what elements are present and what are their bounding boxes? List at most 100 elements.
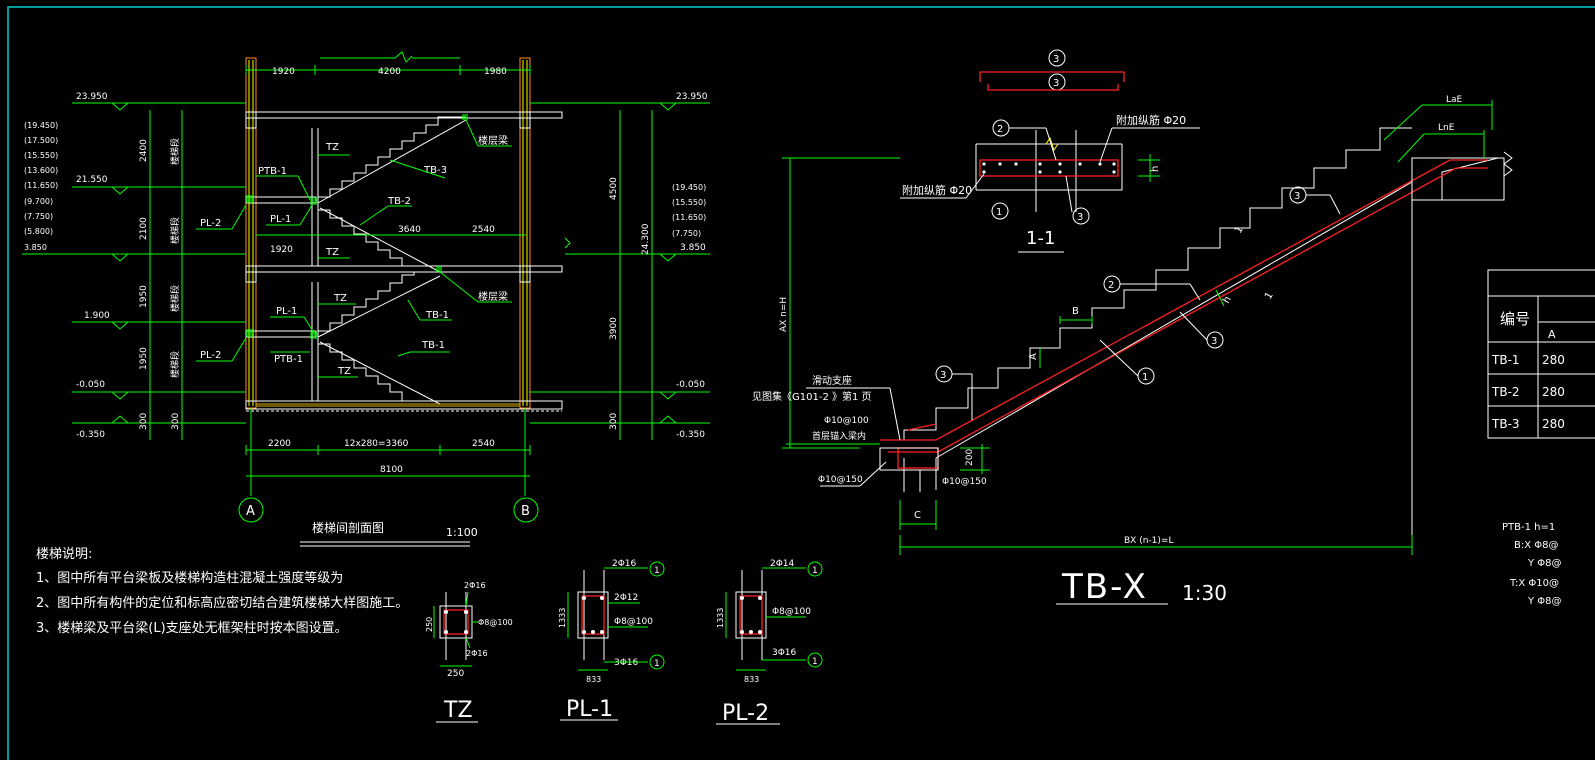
svg-text:(9.700): (9.700)	[24, 197, 53, 206]
tz-title: TZ	[443, 698, 473, 723]
axis-label-b: B	[521, 504, 530, 519]
svg-text:B: B	[1072, 306, 1079, 317]
right-level-4: -0.350	[676, 430, 705, 440]
total-dim: 8100	[380, 465, 403, 475]
top-dim-2: 4200	[378, 67, 401, 77]
svg-text:3: 3	[1053, 78, 1059, 89]
svg-text:2Φ16: 2Φ16	[612, 559, 637, 569]
svg-text:Φ10@150: Φ10@150	[818, 475, 863, 485]
right-level-3: -0.050	[676, 380, 705, 390]
svg-text:2Φ16: 2Φ16	[466, 649, 488, 658]
svg-text:833: 833	[744, 675, 759, 684]
svg-text:(7.750): (7.750)	[672, 229, 701, 238]
svg-text:1: 1	[996, 207, 1002, 218]
svg-text:T:X Φ10@: T:X Φ10@	[1509, 578, 1559, 589]
note-3: 3、楼梯梁及平台梁(L)支座处无框架柱时按本图设置。	[36, 621, 348, 636]
svg-text:楼梯段: 楼梯段	[169, 138, 181, 165]
bottom-dim-1: 2200	[268, 439, 291, 449]
svg-text:3: 3	[1294, 191, 1300, 202]
table-header: 编号	[1500, 310, 1530, 328]
svg-text:TB-2: TB-2	[387, 196, 411, 207]
svg-text:(7.750): (7.750)	[24, 212, 53, 221]
svg-text:1: 1	[812, 657, 818, 667]
left-level-2: 21.550	[76, 175, 108, 185]
svg-text:(11.650): (11.650)	[24, 181, 58, 190]
svg-text:Φ8@100: Φ8@100	[478, 618, 513, 627]
inner-dim-1: 1920	[270, 245, 293, 255]
svg-text:3: 3	[1211, 336, 1217, 347]
svg-text:(19.450): (19.450)	[672, 183, 706, 192]
svg-text:B:X Φ8@: B:X Φ8@	[1514, 540, 1559, 551]
svg-text:Φ10@100: Φ10@100	[824, 416, 869, 426]
svg-text:PL-2: PL-2	[200, 218, 221, 229]
svg-text:3Φ16: 3Φ16	[772, 648, 797, 658]
svg-text:附加纵筋 Φ20: 附加纵筋 Φ20	[1116, 113, 1186, 127]
bottom-dim-3: 2540	[472, 439, 495, 449]
pl2-title: PL-2	[722, 701, 769, 726]
table-row-id: TB-1	[1491, 353, 1520, 367]
svg-text:见图集《G101-2 》第1 页: 见图集《G101-2 》第1 页	[752, 390, 872, 403]
svg-text:PTB-1 h=1: PTB-1 h=1	[1502, 522, 1555, 533]
svg-text:3: 3	[940, 370, 946, 381]
note-1: 1、图中所有平台梁板及楼梯构造柱混凝土强度等级为	[36, 570, 343, 586]
svg-text:1333: 1333	[558, 608, 567, 628]
left-level-1: 23.950	[76, 92, 108, 102]
tbx-ax-dim: AX n=H	[779, 297, 789, 332]
top-dim-3: 1980	[484, 67, 507, 77]
svg-text:LnE: LnE	[1438, 123, 1455, 133]
svg-text:Φ10@150: Φ10@150	[942, 477, 987, 487]
section-title: 楼梯间剖面图	[312, 520, 384, 535]
svg-text:1: 1	[654, 659, 660, 669]
pl1-title: PL-1	[566, 697, 613, 722]
svg-text:2Φ12: 2Φ12	[614, 593, 638, 603]
svg-text:PTB-1: PTB-1	[258, 166, 287, 177]
svg-text:3.850: 3.850	[24, 243, 47, 252]
svg-text:首层锚入梁内: 首层锚入梁内	[812, 430, 866, 442]
svg-text:2Φ14: 2Φ14	[770, 559, 795, 569]
svg-text:1950: 1950	[139, 347, 149, 370]
svg-text:3Φ16: 3Φ16	[614, 658, 639, 668]
table-row-val: 280	[1542, 385, 1565, 399]
right-level-1: 23.950	[676, 92, 708, 102]
svg-text:1: 1	[812, 566, 818, 576]
note-2: 2、图中所有构件的定位和标高应密切结合建筑楼梯大样图施工。	[36, 595, 408, 611]
svg-text:833: 833	[586, 675, 601, 684]
svg-text:(11.650): (11.650)	[672, 213, 706, 222]
left-level-3: 1.900	[84, 311, 110, 321]
svg-text:1: 1	[654, 566, 660, 576]
inner-dim-3: 2540	[472, 225, 495, 235]
bottom-dim-2: 12x280=3360	[344, 439, 409, 449]
svg-text:Y Φ8@: Y Φ8@	[1527, 596, 1562, 607]
svg-text:1: 1	[1142, 372, 1148, 383]
inner-dim-2: 3640	[398, 225, 421, 235]
table-col: A	[1548, 328, 1556, 341]
svg-text:PL-1: PL-1	[270, 214, 291, 225]
svg-text:TB-1: TB-1	[421, 340, 445, 351]
svg-text:楼层梁: 楼层梁	[478, 290, 508, 303]
section-1-1-title: 1-1	[1026, 228, 1055, 249]
svg-text:楼层梁: 楼层梁	[478, 134, 508, 147]
top-dim-1: 1920	[272, 67, 295, 77]
tbx-title: TB-X	[1061, 567, 1148, 607]
notes-heading: 楼梯说明:	[36, 547, 92, 562]
svg-text:1333: 1333	[716, 608, 725, 628]
table-row-id: TB-3	[1491, 417, 1520, 431]
tbx-bx-dim: BX (n-1)=L	[1124, 536, 1173, 546]
svg-text:24.300: 24.300	[641, 223, 651, 255]
svg-text:Φ8@100: Φ8@100	[614, 617, 653, 627]
svg-text:楼梯段: 楼梯段	[169, 285, 181, 312]
svg-text:300: 300	[171, 413, 181, 430]
svg-text:(5.800): (5.800)	[24, 227, 53, 236]
cad-drawing-canvas: 1920 4200 1980 23.950 21.550 1.900 -0.05…	[0, 0, 1595, 760]
svg-text:250: 250	[447, 669, 464, 679]
svg-text:2Φ16: 2Φ16	[464, 581, 486, 590]
svg-text:3: 3	[1053, 54, 1059, 65]
svg-text:1950: 1950	[139, 285, 149, 308]
svg-text:(13.600): (13.600)	[24, 166, 58, 175]
svg-text:TB-1: TB-1	[425, 310, 449, 321]
svg-text:PL-2: PL-2	[200, 350, 221, 361]
svg-text:2: 2	[1108, 280, 1114, 291]
svg-text:Y Φ8@: Y Φ8@	[1527, 558, 1562, 569]
svg-text:h: h	[1150, 166, 1161, 172]
tbx-scale: 1:30	[1182, 581, 1227, 605]
